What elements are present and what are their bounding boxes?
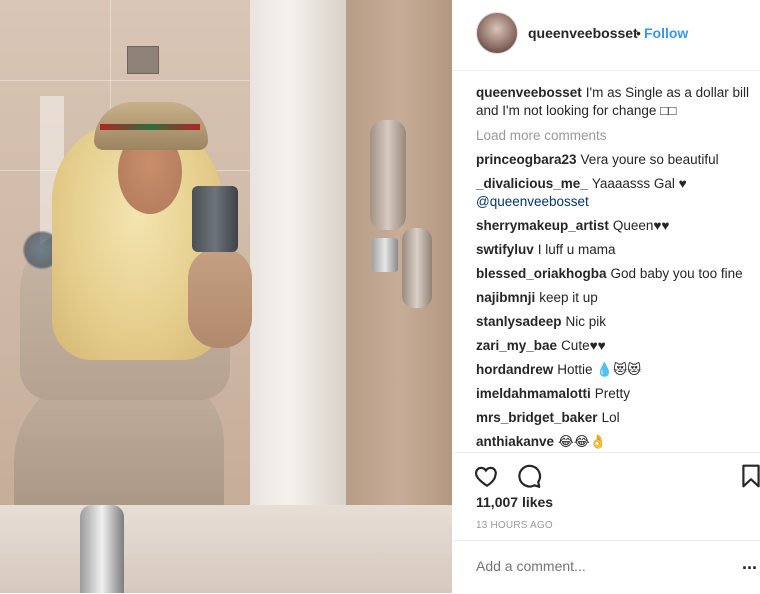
comment-username[interactable]: najibmnji — [476, 290, 535, 305]
phone — [192, 186, 238, 252]
caption-username[interactable]: queenveebosset — [476, 85, 582, 100]
comment-text: Yaaaasss Gal ♥ — [591, 176, 687, 191]
comment-text: Hottie 💧😻😻 — [557, 362, 642, 377]
heart-icon[interactable] — [474, 463, 500, 489]
comment-text: 😂😂👌 — [558, 434, 607, 449]
comment: imeldahmamalotti Pretty — [476, 385, 760, 403]
comment: princeogbara23 Vera youre so beautiful — [476, 151, 760, 169]
bookmark-icon[interactable] — [738, 463, 760, 489]
action-bar — [452, 452, 760, 491]
caption: queenveebosset I'm as Single as a dollar … — [476, 84, 760, 120]
comment: najibmnji keep it up — [476, 289, 760, 307]
tile-line — [0, 80, 250, 81]
add-comment-bar: ... — [452, 540, 760, 594]
comment-text: Cute♥♥ — [561, 338, 606, 353]
comment-username[interactable]: mrs_bridget_baker — [476, 410, 598, 425]
comment-username[interactable]: sherrymakeup_artist — [476, 218, 609, 233]
comments-list[interactable]: queenveebosset I'm as Single as a dollar … — [476, 84, 760, 452]
comment-text: Nic pik — [565, 314, 607, 329]
person-arm — [188, 248, 252, 348]
comment-text: Pretty — [594, 386, 631, 401]
comment-username[interactable]: blessed_oriakhogba — [476, 266, 607, 281]
header-username[interactable]: queenveebosset — [528, 25, 638, 41]
comment-username[interactable]: _divalicious_me_ — [476, 176, 588, 191]
comment: anthiakanve 😂😂👌 — [476, 433, 760, 451]
add-comment-input[interactable] — [474, 557, 718, 575]
comment-username[interactable]: swtifyluv — [476, 242, 534, 257]
counter — [0, 505, 452, 593]
comment: zari_my_bae Cute♥♥ — [476, 337, 760, 355]
comment-username[interactable]: hordandrew — [476, 362, 553, 377]
comment: sherrymakeup_artist Queen♥♥ — [476, 217, 760, 235]
comment-text: keep it up — [539, 290, 598, 305]
comment: mrs_bridget_baker Lol — [476, 409, 760, 427]
avatar[interactable] — [476, 12, 518, 54]
comment-text: Queen♥♥ — [612, 218, 670, 233]
timestamp[interactable]: 13 HOURS AGO — [476, 520, 553, 531]
post-photo[interactable] — [0, 0, 452, 593]
comment: swtifyluv I luff u mama — [476, 241, 760, 259]
comment-mention[interactable]: @queenveebosset — [476, 193, 760, 211]
wall-fixture — [370, 120, 406, 230]
comment-icon[interactable] — [516, 463, 542, 489]
faucet — [80, 505, 124, 593]
comment-text: God baby you too fine — [610, 266, 743, 281]
comment-username[interactable]: zari_my_bae — [476, 338, 557, 353]
comment-username[interactable]: anthiakanve — [476, 434, 554, 449]
follow-button[interactable]: Follow — [644, 25, 688, 41]
post-panel: queenveebosset • Follow queenveebosset I'… — [452, 0, 760, 593]
comment-username[interactable]: princeogbara23 — [476, 152, 577, 167]
comment: blessed_oriakhogba God baby you too fine — [476, 265, 760, 283]
more-options-button[interactable]: ... — [742, 553, 757, 574]
comment-text: Vera youre so beautiful — [580, 152, 719, 167]
comment-username[interactable]: stanlysadeep — [476, 314, 562, 329]
comment-text: I luff u mama — [537, 242, 616, 257]
tap — [372, 238, 398, 272]
vent — [127, 46, 159, 74]
mention-link[interactable]: @queenveebosset — [476, 194, 589, 209]
separator-dot: • — [636, 25, 641, 41]
comment: hordandrew Hottie 💧😻😻 — [476, 361, 760, 379]
load-more-comments-button[interactable]: Load more comments — [476, 128, 760, 143]
comment: _divalicious_me_ Yaaaasss Gal ♥ — [476, 175, 760, 193]
comment: stanlysadeep Nic pik — [476, 313, 760, 331]
comment-username[interactable]: imeldahmamalotti — [476, 386, 591, 401]
comment-text: Lol — [601, 410, 620, 425]
post-header: queenveebosset • Follow — [452, 0, 760, 71]
likes-count[interactable]: 11,007 likes — [476, 494, 553, 510]
cap-band — [100, 124, 200, 130]
wall-fixture — [402, 228, 432, 308]
